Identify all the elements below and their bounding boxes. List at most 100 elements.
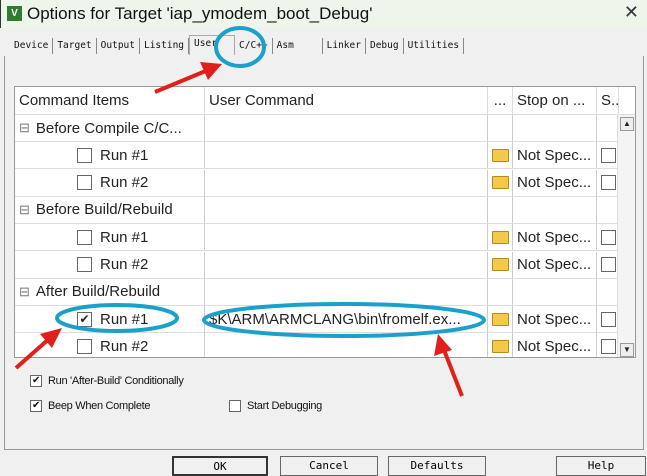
tab-listing[interactable]: Listing: [140, 38, 190, 54]
s-checkbox[interactable]: [601, 147, 616, 163]
table-row[interactable]: Run #1 Not Spec...: [15, 142, 619, 170]
user-command-input[interactable]: [205, 142, 488, 169]
run-item[interactable]: Run #2: [15, 169, 205, 196]
header-stop-on[interactable]: Stop on ...: [513, 87, 597, 114]
table-row[interactable]: Run #1 Not Spec...: [15, 224, 619, 252]
run-after-build-label: Run 'After-Build' Conditionally: [48, 375, 184, 387]
run-checkbox[interactable]: [77, 229, 92, 245]
run-checkbox[interactable]: [77, 338, 92, 354]
beep-label: Beep When Complete: [48, 400, 151, 412]
header-user-command[interactable]: User Command: [205, 87, 488, 114]
s-checkbox[interactable]: [601, 311, 616, 327]
table-row[interactable]: ⊟ After Build/Rebuild: [15, 278, 619, 306]
s-checkbox[interactable]: [601, 175, 616, 191]
user-command-input[interactable]: [205, 224, 488, 251]
run-label: Run #1: [100, 310, 149, 328]
run-after-build-option[interactable]: ✔ Run 'After-Build' Conditionally: [30, 375, 184, 387]
user-command-input[interactable]: [205, 251, 488, 278]
start-debugging-option[interactable]: Start Debugging: [229, 400, 322, 412]
cancel-button[interactable]: Cancel: [280, 456, 378, 476]
scroll-up-icon[interactable]: ▲: [620, 117, 634, 131]
start-debugging-checkbox[interactable]: [229, 400, 241, 412]
close-button[interactable]: ✕: [624, 2, 639, 23]
run-item[interactable]: Run #1: [15, 142, 205, 169]
browse-button[interactable]: [488, 224, 513, 251]
tab-target[interactable]: Target: [53, 38, 97, 54]
ok-button[interactable]: OK: [172, 456, 268, 476]
s-checkbox[interactable]: [601, 338, 616, 354]
s-option[interactable]: [597, 306, 619, 333]
tab-user[interactable]: User: [189, 35, 236, 55]
defaults-button[interactable]: Defaults: [388, 456, 486, 476]
tab-linker[interactable]: Linker: [323, 38, 366, 54]
user-command-input[interactable]: [205, 333, 488, 357]
scroll-down-icon[interactable]: ▼: [620, 343, 634, 357]
browse-button[interactable]: [488, 333, 513, 357]
tab-asm[interactable]: Asm: [273, 38, 323, 54]
run-checkbox[interactable]: ✔: [77, 311, 92, 327]
s-option[interactable]: [597, 142, 619, 169]
tab-cc[interactable]: C/C++: [235, 38, 273, 54]
run-checkbox[interactable]: [77, 175, 92, 191]
browse-button[interactable]: [488, 251, 513, 278]
empty-cell: [205, 278, 488, 305]
folder-icon: [491, 312, 509, 326]
run-item[interactable]: ✔ Run #1: [15, 306, 205, 333]
table-row[interactable]: Run #2 Not Spec...: [15, 333, 619, 357]
tab-bar: Device Target Output Listing User C/C++ Asm Lin…: [10, 35, 465, 56]
tab-debug[interactable]: Debug: [366, 38, 404, 54]
collapse-icon[interactable]: ⊟: [19, 120, 30, 136]
collapse-icon[interactable]: ⊟: [19, 202, 30, 218]
tab-output[interactable]: Output: [97, 38, 140, 54]
stop-on-select[interactable]: Not Spec...: [513, 306, 597, 333]
s-checkbox[interactable]: [601, 257, 616, 272]
table-row[interactable]: ✔ Run #1 $K\ARM\ARMCLANG\bin\fromelf.ex...…: [15, 306, 619, 334]
group-label[interactable]: ⊟ Before Compile C/C...: [15, 115, 205, 141]
table-row[interactable]: ⊟ Before Compile C/C...: [15, 115, 619, 142]
run-after-build-checkbox[interactable]: ✔: [30, 375, 42, 387]
start-debugging-label: Start Debugging: [247, 400, 322, 412]
collapse-icon[interactable]: ⊟: [19, 284, 30, 300]
user-command-input[interactable]: $K\ARM\ARMCLANG\bin\fromelf.ex...: [205, 306, 488, 333]
folder-icon: [491, 339, 509, 353]
help-button[interactable]: Help: [556, 456, 646, 476]
header-browse[interactable]: ...: [488, 87, 513, 114]
run-checkbox[interactable]: [77, 257, 92, 272]
run-item[interactable]: Run #1: [15, 224, 205, 251]
s-checkbox[interactable]: [601, 229, 616, 245]
s-option[interactable]: [597, 169, 619, 196]
browse-button[interactable]: [488, 169, 513, 196]
stop-on-select[interactable]: Not Spec...: [513, 169, 597, 196]
table-row[interactable]: Run #2 Not Spec...: [15, 169, 619, 197]
tab-utilities[interactable]: Utilities: [404, 38, 465, 54]
stop-on-select[interactable]: Not Spec...: [513, 333, 597, 357]
header-s[interactable]: S..: [597, 87, 619, 114]
empty-cell: [205, 115, 488, 141]
run-item[interactable]: Run #2: [15, 251, 205, 278]
user-command-input[interactable]: [205, 169, 488, 196]
group-label[interactable]: ⊟ After Build/Rebuild: [15, 278, 205, 305]
s-option[interactable]: [597, 224, 619, 251]
header-command-items[interactable]: Command Items: [15, 87, 205, 114]
group-label[interactable]: ⊟ Before Build/Rebuild: [15, 196, 205, 223]
stop-on-select[interactable]: Not Spec...: [513, 251, 597, 278]
stop-on-select[interactable]: Not Spec...: [513, 142, 597, 169]
folder-icon: [491, 148, 509, 162]
beep-option[interactable]: ✔ Beep When Complete: [30, 400, 151, 412]
vertical-scrollbar[interactable]: ▲ ▼: [617, 115, 635, 357]
browse-button[interactable]: [488, 306, 513, 333]
table-row[interactable]: Run #2 Not Spec...: [15, 251, 619, 279]
run-label: Run #2: [100, 256, 149, 273]
tab-device[interactable]: Device: [10, 38, 54, 54]
s-option[interactable]: [597, 251, 619, 278]
empty-cell: [488, 115, 513, 141]
browse-button[interactable]: [488, 142, 513, 169]
run-checkbox[interactable]: [77, 147, 92, 163]
group-name: Before Compile C/C...: [35, 119, 182, 137]
beep-checkbox[interactable]: ✔: [30, 400, 42, 412]
table-row[interactable]: ⊟ Before Build/Rebuild: [15, 196, 619, 224]
stop-on-select[interactable]: Not Spec...: [513, 224, 597, 251]
run-label: Run #1: [100, 228, 149, 246]
run-item[interactable]: Run #2: [15, 333, 205, 357]
s-option[interactable]: [597, 333, 619, 357]
